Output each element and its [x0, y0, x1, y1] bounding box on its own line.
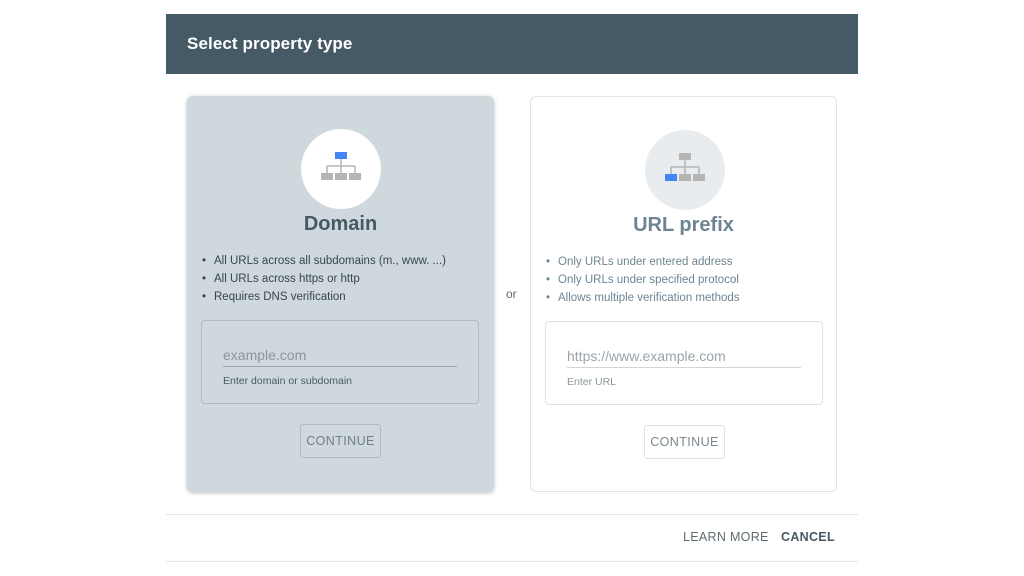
- domain-feature-item: All URLs across all subdomains (m., www.…: [202, 252, 446, 270]
- dialog-title: Select property type: [187, 34, 353, 53]
- url-prefix-title: URL prefix: [633, 214, 734, 236]
- domain-continue-button[interactable]: CONTINUE: [300, 424, 381, 458]
- domain-title: Domain: [303, 213, 378, 235]
- url-prefix-feature-list: Only URLs under entered address Only URL…: [546, 253, 740, 307]
- url-prefix-feature-item: Only URLs under specified protocol: [546, 271, 740, 289]
- learn-more-button[interactable]: LEARN MORE: [683, 530, 769, 544]
- url-input-container: Enter URL: [545, 321, 823, 405]
- domain-input-container: Enter domain or subdomain: [201, 320, 479, 404]
- url-prefix-card[interactable]: URL prefix Only URLs under entered addre…: [530, 96, 837, 492]
- domain-card[interactable]: Domain All URLs across all subdomains (m…: [187, 96, 494, 492]
- url-input[interactable]: [567, 344, 801, 368]
- cancel-button[interactable]: CANCEL: [781, 530, 835, 544]
- url-prefix-continue-button[interactable]: CONTINUE: [644, 425, 725, 459]
- url-input-helper: Enter URL: [567, 376, 617, 388]
- domain-sitemap-icon: [321, 152, 361, 180]
- domain-input[interactable]: [223, 343, 457, 367]
- dialog-header: Select property type: [166, 14, 858, 74]
- footer-divider: [166, 514, 858, 515]
- domain-icon-circle: [301, 129, 381, 209]
- url-prefix-feature-item: Allows multiple verification methods: [546, 289, 740, 307]
- url-prefix-feature-item: Only URLs under entered address: [546, 253, 740, 271]
- or-separator: or: [506, 287, 517, 301]
- url-prefix-sitemap-icon: [665, 153, 705, 181]
- domain-feature-item: Requires DNS verification: [202, 288, 446, 306]
- bottom-divider: [166, 561, 858, 562]
- property-type-dialog: Select property type Domain All URLs acr…: [166, 14, 858, 562]
- url-prefix-icon-circle: [645, 130, 725, 210]
- domain-input-helper: Enter domain or subdomain: [223, 375, 352, 387]
- domain-feature-item: All URLs across https or http: [202, 270, 446, 288]
- domain-feature-list: All URLs across all subdomains (m., www.…: [202, 252, 446, 306]
